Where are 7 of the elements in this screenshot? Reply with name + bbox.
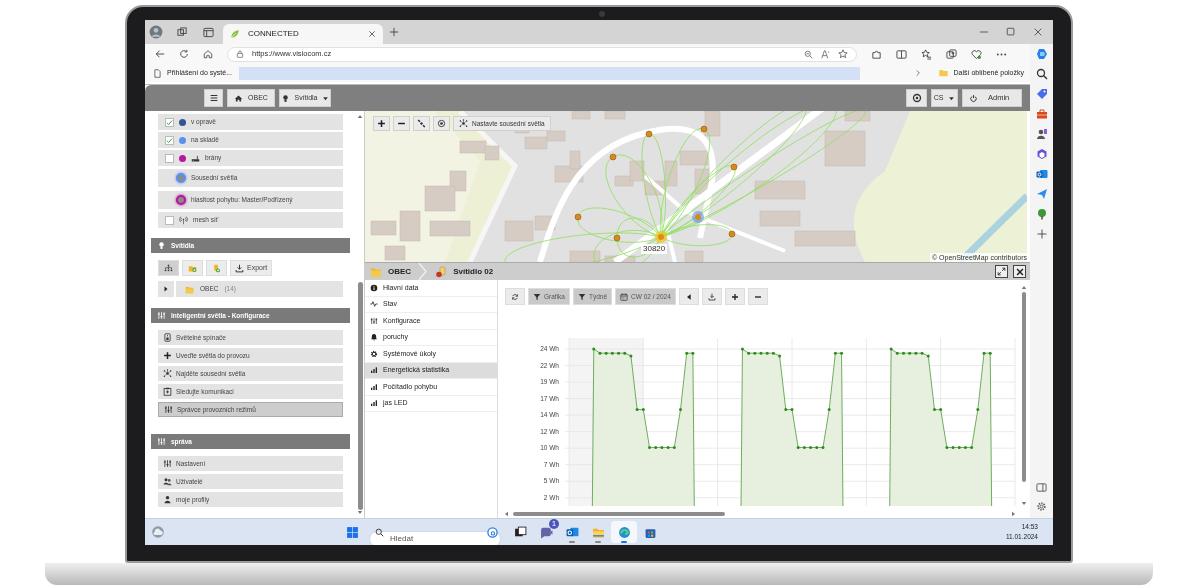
breadcrumb-item[interactable]: Svítidlo 02 [435, 265, 494, 278]
notification-badge: 1 [549, 519, 559, 529]
map-label: 30820 [641, 244, 668, 254]
breadcrumb-item[interactable]: OBEC [370, 265, 412, 278]
browser-tab[interactable]: CONNECTED [223, 24, 383, 44]
search-field[interactable]: Hledat [369, 530, 501, 545]
taskbar-app[interactable]: 1 [533, 521, 559, 543]
